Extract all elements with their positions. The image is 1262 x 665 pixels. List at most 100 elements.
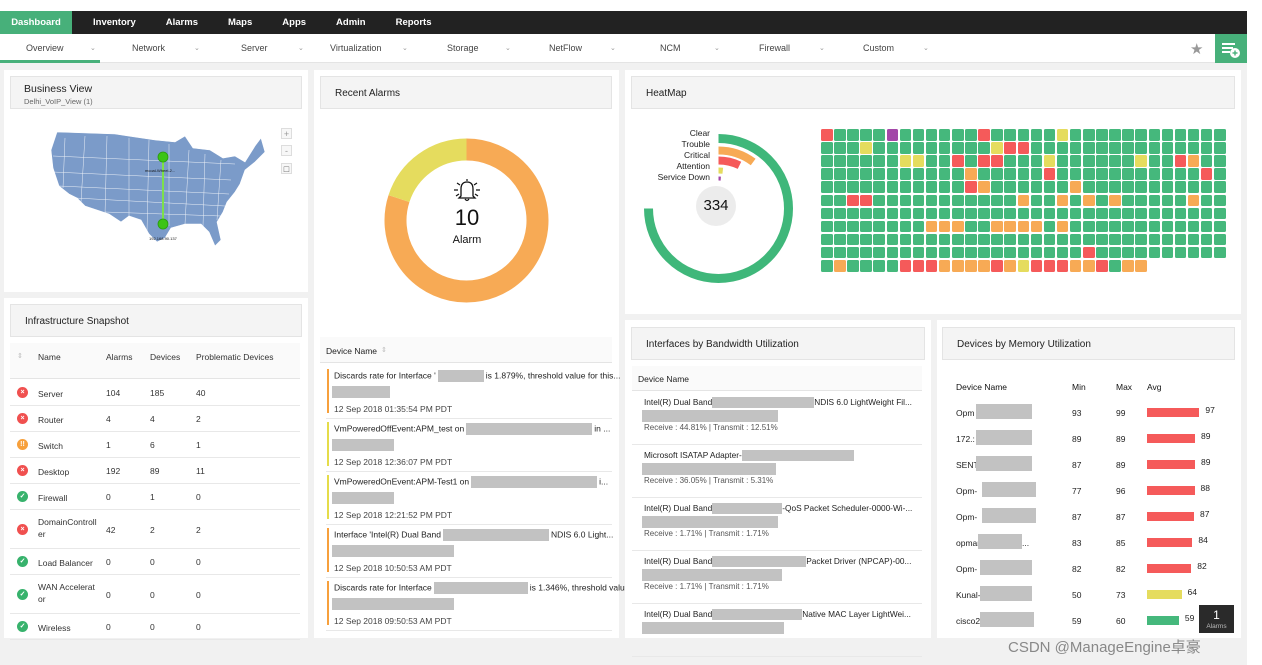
heatmap-cell[interactable] <box>1030 142 1043 154</box>
heatmap-cell[interactable] <box>873 260 885 272</box>
heatmap-cell[interactable] <box>952 155 964 167</box>
heatmap-cell[interactable] <box>912 181 925 193</box>
chevron-down-icon[interactable]: ⌄ <box>505 34 511 64</box>
heatmap-cell[interactable] <box>847 260 859 272</box>
heatmap-cell[interactable] <box>925 181 938 193</box>
heatmap-cell[interactable] <box>860 168 872 180</box>
heatmap-cell[interactable] <box>899 207 912 220</box>
subnav-network[interactable]: Network <box>132 34 165 63</box>
heatmap-cell[interactable] <box>978 233 990 246</box>
table-row[interactable]: ✓ WAN Accelerator 0 0 0 <box>10 575 300 614</box>
table-row[interactable]: × DomainController 42 2 2 <box>10 510 300 549</box>
heatmap-cell[interactable] <box>991 168 1003 180</box>
heatmap-cell[interactable] <box>965 129 977 141</box>
heatmap-cell[interactable] <box>1069 168 1082 180</box>
heatmap-cell[interactable] <box>1069 233 1082 246</box>
table-row[interactable]: × Router 4 4 2 <box>10 406 300 432</box>
problematic-value[interactable]: 0 <box>196 622 201 632</box>
heatmap-cell[interactable] <box>821 194 833 206</box>
tab-inventory[interactable]: Inventory <box>78 11 151 34</box>
heatmap-cell[interactable] <box>1004 194 1016 206</box>
heatmap-cell[interactable] <box>925 207 938 220</box>
star-icon[interactable]: ★ <box>1190 40 1203 58</box>
tab-maps[interactable]: Maps <box>213 11 267 34</box>
heatmap-cell[interactable] <box>1017 181 1029 193</box>
heatmap-cell[interactable] <box>1161 220 1174 233</box>
heatmap-cell[interactable] <box>1056 155 1069 167</box>
heatmap-cell[interactable] <box>873 194 885 206</box>
heatmap-cell[interactable] <box>1030 207 1043 220</box>
table-row[interactable]: × Server 104 185 40 <box>10 380 300 406</box>
heatmap-cell[interactable] <box>1056 129 1069 141</box>
heatmap-cell[interactable] <box>1096 142 1108 154</box>
heatmap-cell[interactable] <box>847 168 859 180</box>
heatmap-cell[interactable] <box>1174 194 1187 206</box>
heatmap-cell[interactable] <box>834 260 846 272</box>
table-row[interactable]: Opm 93 99 97 <box>956 401 1236 427</box>
heatmap-cell[interactable] <box>1122 260 1134 272</box>
heatmap-cell[interactable] <box>1187 194 1200 206</box>
heatmap-cell[interactable] <box>1096 246 1108 259</box>
heatmap-cell[interactable] <box>886 129 898 141</box>
heatmap-cell[interactable] <box>1135 181 1147 193</box>
interface-list-item[interactable]: Intel(R) Dual Band -QoS Packet Scheduler-… <box>632 498 922 551</box>
heatmap-cell[interactable] <box>978 246 990 259</box>
heatmap-cell[interactable] <box>938 220 951 233</box>
heatmap-cell[interactable] <box>938 181 951 193</box>
heatmap-cell[interactable] <box>1135 155 1147 167</box>
heatmap-cell[interactable] <box>1030 155 1043 167</box>
heatmap-cell[interactable] <box>965 207 977 220</box>
heatmap-cell[interactable] <box>965 142 977 154</box>
heatmap-cell[interactable] <box>1004 142 1016 154</box>
heatmap-cell[interactable] <box>847 142 859 154</box>
heatmap-cell[interactable] <box>1161 142 1174 154</box>
subnav-custom[interactable]: Custom <box>863 34 894 63</box>
table-row[interactable]: opmar... 83 85 84 <box>956 531 1236 557</box>
heatmap-cell[interactable] <box>1187 155 1200 167</box>
heatmap-cell[interactable] <box>886 220 898 233</box>
heatmap-cell[interactable] <box>886 246 898 259</box>
heatmap-cell[interactable] <box>991 142 1003 154</box>
device-type-name[interactable]: Router <box>38 414 98 426</box>
interface-list-item[interactable]: Microsoft ISATAP Adapter- Receive : 36.05… <box>632 445 922 498</box>
heatmap-cell[interactable] <box>886 233 898 246</box>
heatmap-cell[interactable] <box>978 155 990 167</box>
heatmap-cell[interactable] <box>1135 220 1147 233</box>
heatmap-cell[interactable] <box>1122 246 1134 259</box>
table-row[interactable]: !! Switch 1 6 1 <box>10 432 300 458</box>
column-header[interactable]: Name <box>38 352 61 362</box>
devices-value[interactable]: 1 <box>150 492 155 502</box>
heatmap-cell[interactable] <box>1004 168 1016 180</box>
heatmap-cell[interactable] <box>834 129 846 141</box>
heatmap-cell[interactable] <box>873 233 885 246</box>
heatmap-cell[interactable] <box>952 181 964 193</box>
devices-value[interactable]: 4 <box>150 414 155 424</box>
heatmap-cell[interactable] <box>1122 233 1134 246</box>
heatmap-cell[interactable] <box>860 207 872 220</box>
heatmap-cell[interactable] <box>912 194 925 206</box>
heatmap-cell[interactable] <box>1083 260 1095 272</box>
heatmap-cell[interactable] <box>938 246 951 259</box>
heatmap-cell[interactable] <box>1083 155 1095 167</box>
zoom-out-button[interactable]: - <box>281 145 292 156</box>
heatmap-cell[interactable] <box>1017 142 1029 154</box>
heatmap-cell[interactable] <box>873 155 885 167</box>
heatmap-cell[interactable] <box>1083 168 1095 180</box>
legend-critical[interactable]: Critical <box>640 150 710 161</box>
heatmap-cell[interactable] <box>1200 233 1213 246</box>
heatmap-cell[interactable] <box>1043 246 1056 259</box>
heatmap-cell[interactable] <box>1056 181 1069 193</box>
heatmap-cell[interactable] <box>1083 246 1095 259</box>
heatmap-cell[interactable] <box>1043 168 1056 180</box>
heatmap-cell[interactable] <box>1174 181 1187 193</box>
heatmap-cell[interactable] <box>938 155 951 167</box>
heatmap-cell[interactable] <box>1109 220 1121 233</box>
heatmap-cell[interactable] <box>899 129 912 141</box>
sort-icon[interactable]: ⇕ <box>17 352 23 360</box>
heatmap-cell[interactable] <box>1069 194 1082 206</box>
heatmap-cell[interactable] <box>1148 142 1160 154</box>
heatmap-cell[interactable] <box>991 220 1003 233</box>
alarms-value[interactable]: 1 <box>106 440 111 450</box>
heatmap-cell[interactable] <box>1069 220 1082 233</box>
heatmap-cell[interactable] <box>1004 129 1016 141</box>
